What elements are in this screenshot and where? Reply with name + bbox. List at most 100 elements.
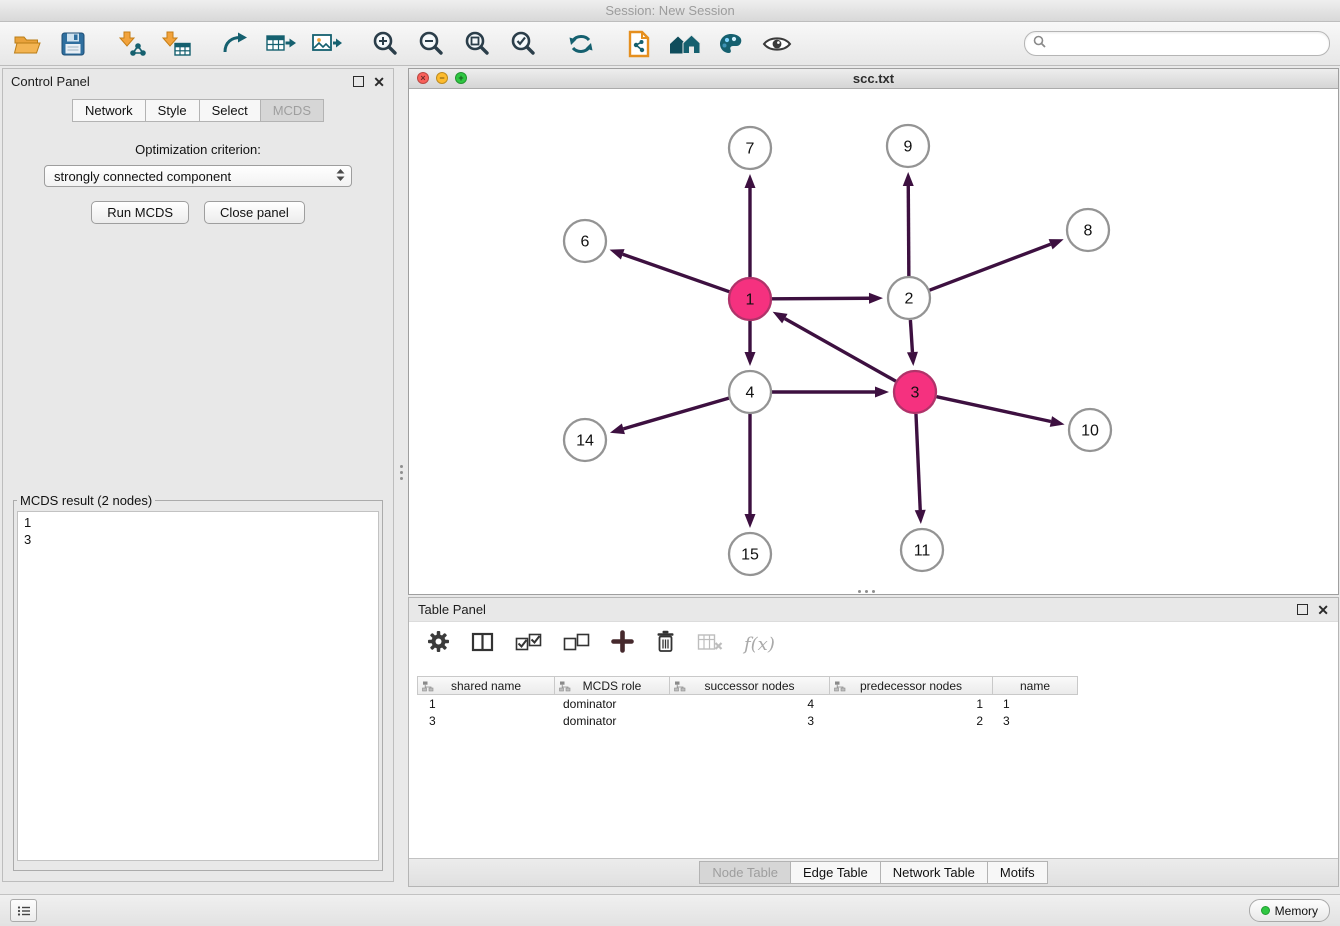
cell-shared-name[interactable]: 1	[417, 696, 555, 712]
add-column-icon[interactable]	[611, 630, 634, 658]
column-header-shared-name[interactable]: shared name	[417, 676, 555, 695]
minimize-window-icon[interactable]: −	[436, 72, 448, 84]
open-session-icon[interactable]	[10, 27, 44, 61]
graph-node-label: 3	[911, 385, 920, 402]
close-panel-button[interactable]: Close panel	[204, 201, 305, 224]
graph-edge-arrowhead	[745, 174, 756, 188]
tab-style[interactable]: Style	[146, 99, 200, 122]
tab-network[interactable]: Network	[72, 99, 146, 122]
graph-edge-1-2[interactable]	[772, 298, 869, 299]
cell-successor-nodes[interactable]: 4	[670, 696, 830, 712]
search-box[interactable]	[1024, 31, 1330, 56]
graph-edge-3-11[interactable]	[916, 414, 920, 510]
graph-edge-4-14[interactable]	[623, 398, 728, 429]
network-canvas[interactable]: 7968124314101511	[409, 89, 1338, 595]
tab-motifs[interactable]: Motifs	[988, 861, 1048, 884]
criterion-selected-value: strongly connected component	[54, 169, 336, 184]
memory-status-icon	[1261, 906, 1270, 915]
float-panel-icon[interactable]	[353, 76, 364, 87]
table-panel-tabs: Node Table Edge Table Network Table Moti…	[409, 858, 1338, 886]
select-stepper-icon	[336, 168, 345, 185]
graph-edge-arrowhead	[1049, 239, 1064, 249]
column-tree-icon	[559, 681, 571, 695]
zoom-in-icon[interactable]	[368, 27, 402, 61]
window-title: Session: New Session	[605, 3, 734, 18]
table-row[interactable]: 1 dominator 4 1 1	[417, 696, 1078, 712]
graph-edge-2-9[interactable]	[908, 186, 909, 276]
criterion-select[interactable]: strongly connected component	[44, 165, 352, 187]
table-row[interactable]: 3 dominator 3 2 3	[417, 713, 1078, 729]
column-header-name[interactable]: name	[993, 676, 1078, 695]
mcds-result-box: MCDS result (2 nodes) 1 3	[13, 493, 383, 871]
delete-table-icon-disabled	[697, 632, 723, 657]
graph-edge-arrowhead	[610, 424, 625, 435]
show-columns-icon[interactable]	[471, 631, 494, 658]
mcds-result-title: MCDS result (2 nodes)	[17, 493, 155, 508]
tab-edge-table[interactable]: Edge Table	[791, 861, 881, 884]
graph-edge-3-10[interactable]	[936, 397, 1050, 422]
new-network-icon[interactable]	[218, 27, 252, 61]
memory-button[interactable]: Memory	[1249, 899, 1330, 922]
horizontal-splitter-handle[interactable]	[852, 588, 880, 595]
cell-name[interactable]: 3	[993, 713, 1078, 729]
search-input[interactable]	[1051, 35, 1321, 52]
graph-edge-2-3[interactable]	[910, 320, 912, 352]
table-panel: Table Panel ✕	[408, 597, 1339, 887]
result-item[interactable]: 3	[24, 531, 372, 548]
graph-edge-1-6[interactable]	[623, 254, 730, 291]
tab-select[interactable]: Select	[200, 99, 261, 122]
close-window-icon[interactable]: ×	[417, 72, 429, 84]
table-settings-gear-icon[interactable]	[427, 630, 450, 658]
graph-edge-2-8[interactable]	[930, 244, 1051, 290]
save-session-icon[interactable]	[56, 27, 90, 61]
delete-column-trash-icon[interactable]	[655, 629, 676, 659]
cell-shared-name[interactable]: 3	[417, 713, 555, 729]
graph-edge-arrowhead	[610, 249, 625, 259]
result-item[interactable]: 1	[24, 514, 372, 531]
tab-mcds[interactable]: MCDS	[261, 99, 324, 122]
cell-mcds-role[interactable]: dominator	[555, 696, 670, 712]
run-mcds-button[interactable]: Run MCDS	[91, 201, 189, 224]
column-header-predecessor-nodes[interactable]: predecessor nodes	[830, 676, 993, 695]
column-tree-icon	[834, 681, 846, 695]
table-panel-header: Table Panel ✕	[409, 598, 1338, 622]
tab-node-table[interactable]: Node Table	[699, 861, 791, 884]
tab-network-table[interactable]: Network Table	[881, 861, 988, 884]
graph-edge-3-1[interactable]	[785, 319, 896, 382]
task-history-icon[interactable]	[10, 899, 37, 922]
refresh-view-icon[interactable]	[564, 27, 598, 61]
zoom-selected-icon[interactable]	[506, 27, 540, 61]
cell-name[interactable]: 1	[993, 696, 1078, 712]
network-window-titlebar[interactable]: × − + scc.txt	[409, 69, 1338, 89]
window-titlebar: Session: New Session	[0, 0, 1340, 22]
clone-network-icon[interactable]	[622, 27, 656, 61]
column-label: shared name	[451, 679, 521, 693]
mcds-result-list[interactable]: 1 3	[17, 511, 379, 861]
cell-predecessor-nodes[interactable]: 1	[830, 696, 993, 712]
deselect-all-rows-icon[interactable]	[563, 632, 590, 657]
vertical-splitter-handle[interactable]	[398, 462, 405, 488]
select-all-rows-icon[interactable]	[515, 632, 542, 657]
apply-style-icon[interactable]	[714, 27, 748, 61]
column-header-mcds-role[interactable]: MCDS role	[555, 676, 670, 695]
show-details-eye-icon[interactable]	[760, 27, 794, 61]
home-layout-icon[interactable]	[668, 27, 702, 61]
close-panel-icon[interactable]: ✕	[373, 76, 385, 88]
export-image-icon[interactable]	[310, 27, 344, 61]
float-table-panel-icon[interactable]	[1297, 604, 1308, 615]
column-header-successor-nodes[interactable]: successor nodes	[670, 676, 830, 695]
maximize-window-icon[interactable]: +	[455, 72, 467, 84]
table-panel-title: Table Panel	[418, 602, 486, 617]
cell-mcds-role[interactable]: dominator	[555, 713, 670, 729]
import-table-icon[interactable]	[160, 27, 194, 61]
graph-node-label: 7	[746, 141, 755, 158]
export-table-icon[interactable]	[264, 27, 298, 61]
cell-predecessor-nodes[interactable]: 2	[830, 713, 993, 729]
close-table-panel-icon[interactable]: ✕	[1317, 604, 1329, 616]
zoom-fit-icon[interactable]	[460, 27, 494, 61]
optimization-criterion-label: Optimization criterion:	[3, 142, 393, 157]
zoom-out-icon[interactable]	[414, 27, 448, 61]
import-network-icon[interactable]	[114, 27, 148, 61]
cell-successor-nodes[interactable]: 3	[670, 713, 830, 729]
graph-node-label: 1	[746, 292, 755, 309]
